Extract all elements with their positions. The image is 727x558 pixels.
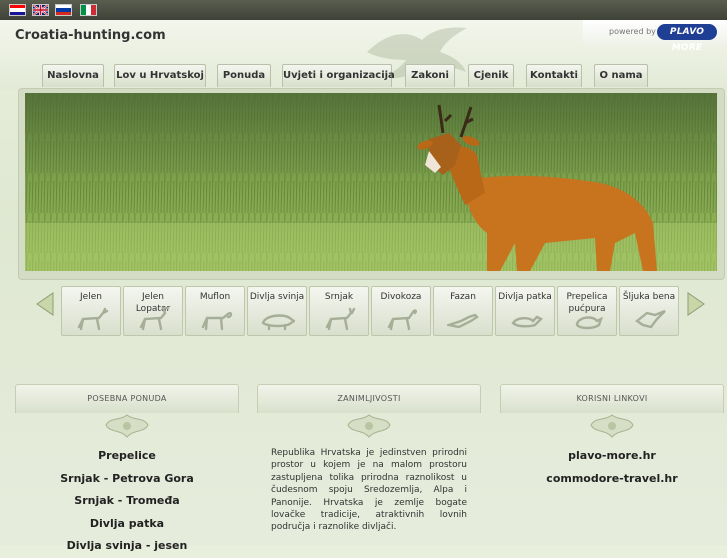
russia-flag-icon[interactable] xyxy=(55,4,72,16)
powered-by-badge[interactable]: powered by PLAVO MORE xyxy=(583,20,727,53)
posebna-ponuda-box: POSEBNA PONUDA Prepelice Srnjak - Petrova… xyxy=(15,384,239,552)
mouflon-icon xyxy=(201,312,233,331)
scroll-right-arrow-icon[interactable] xyxy=(686,287,706,321)
quail-icon xyxy=(575,316,604,330)
posebna-ponuda-links: Prepelice Srnjak - Petrova Gora Srnjak - T… xyxy=(15,445,239,558)
tab-uvjeti-i-organizacija[interactable]: Uvjeti i organizacija xyxy=(282,64,395,87)
animal-label: Srnjak xyxy=(324,292,354,302)
posebna-ponuda-link[interactable]: Divlja svinja - jesen xyxy=(15,535,239,558)
animal-tile-7[interactable]: Divlja patka xyxy=(495,286,555,336)
animal-label: Muflon xyxy=(199,292,231,302)
korisni-linkovi-title: KORISNI LINKOVI xyxy=(500,384,724,413)
tab-kontakti[interactable]: Kontakti xyxy=(526,64,582,87)
ornament-icon xyxy=(105,414,149,438)
animal-label: Šljuka bena xyxy=(622,292,676,302)
banner-image xyxy=(25,93,717,271)
animal-tile-3[interactable]: Divlja svinja xyxy=(247,286,307,336)
animal-tile-4[interactable]: Srnjak xyxy=(309,286,369,336)
woodcock-icon xyxy=(634,309,666,329)
zanimljivosti-title: ZANIMLJIVOSTI xyxy=(257,384,481,413)
ornament-icon xyxy=(347,414,391,438)
posebna-ponuda-title: POSEBNA PONUDA xyxy=(15,384,239,413)
uk-flag-icon[interactable] xyxy=(32,4,49,16)
animal-tile-9[interactable]: Šljuka bena xyxy=(619,286,679,336)
italy-flag-icon[interactable] xyxy=(80,4,97,16)
tab-lov-u-hrvatskoj[interactable]: Lov u Hrvatskoj xyxy=(114,64,206,87)
animal-tile-2[interactable]: Muflon xyxy=(185,286,245,336)
scroll-left-arrow-icon[interactable] xyxy=(35,287,55,321)
fallow-deer-icon xyxy=(139,307,170,331)
boar-icon xyxy=(261,314,295,331)
roebuck-icon xyxy=(325,307,356,331)
animal-label: Divokoza xyxy=(380,292,422,302)
animal-tile-1[interactable]: Jelen Lopatar xyxy=(123,286,183,336)
zanimljivosti-text: Republika Hrvatska je jedinstven prirodn… xyxy=(271,448,467,533)
animal-tile-5[interactable]: Divokoza xyxy=(371,286,431,336)
croatia-flag-icon[interactable] xyxy=(9,4,26,16)
tab-ponuda[interactable]: Ponuda xyxy=(217,64,271,87)
zanimljivosti-box: ZANIMLJIVOSTI Republika Hrvatska je jedi… xyxy=(257,384,481,545)
top-bar xyxy=(0,0,727,21)
deer-icon xyxy=(77,307,109,331)
tab-cjenik[interactable]: Cjenik xyxy=(468,64,514,87)
ornament-icon xyxy=(590,414,634,438)
chamois-icon xyxy=(387,309,418,331)
posebna-ponuda-link[interactable]: Prepelice xyxy=(15,445,239,468)
pheasant-icon xyxy=(447,313,479,329)
powered-by-text: powered by xyxy=(609,27,656,36)
plavo-more-logo: PLAVO MORE xyxy=(657,24,717,53)
animal-tile-8[interactable]: Prepelica pućpura xyxy=(557,286,617,336)
tab-o-nama[interactable]: O nama xyxy=(594,64,648,87)
korisni-linkovi-link[interactable]: plavo-more.hr xyxy=(500,445,724,468)
korisni-linkovi-box: KORISNI LINKOVI plavo-more.hr commodore-t… xyxy=(500,384,724,545)
animal-tile-0[interactable]: Jelen xyxy=(61,286,121,336)
tab-naslovna[interactable]: Naslovna xyxy=(42,64,104,87)
main-navigation: Naslovna Lov u Hrvatskoj Ponuda Uvjeti i… xyxy=(0,64,727,88)
site-title[interactable]: Croatia-hunting.com xyxy=(15,28,166,43)
korisni-linkovi-link[interactable]: commodore-travel.hr xyxy=(500,468,724,491)
animal-label: Divlja svinja xyxy=(249,292,305,302)
duck-icon xyxy=(511,315,543,328)
posebna-ponuda-link[interactable]: Srnjak - Petrova Gora xyxy=(15,468,239,491)
animal-tile-6[interactable]: Fazan xyxy=(433,286,493,336)
animal-label: Divlja patka xyxy=(498,292,552,302)
posebna-ponuda-link[interactable]: Srnjak - Tromeđa xyxy=(15,490,239,513)
posebna-ponuda-link[interactable]: Divlja patka xyxy=(15,513,239,536)
korisni-linkovi-links: plavo-more.hr commodore-travel.hr xyxy=(500,445,724,490)
tab-zakoni[interactable]: Zakoni xyxy=(405,64,455,87)
animal-label: Jelen xyxy=(80,292,102,302)
animal-label: Fazan xyxy=(450,292,476,302)
